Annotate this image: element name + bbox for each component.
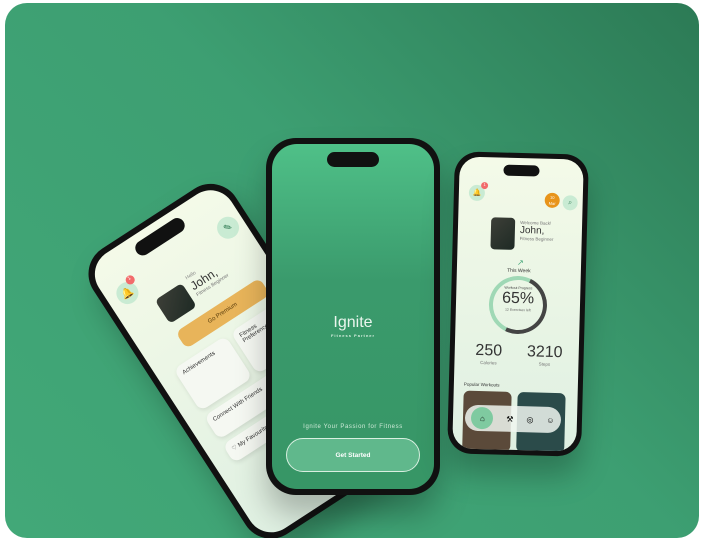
notification-button[interactable]: 🔔 1 (468, 181, 489, 202)
search-button[interactable]: ⌕ (562, 195, 578, 211)
tagline: Ignite Your Passion for Fitness (303, 424, 403, 430)
dumbbell-icon[interactable]: ⚒ (506, 414, 513, 423)
calories-value: 250 (475, 341, 503, 360)
award-icon[interactable]: ◎ (526, 415, 533, 424)
notification-badge: 1 (123, 273, 137, 287)
right-phone: 🔔 1 10 Mar ⌕ Welcome Back! John, Fitness B… (447, 151, 589, 457)
date-badge: 10 Mar (544, 192, 560, 209)
notification-badge: 1 (480, 181, 489, 190)
notification-button[interactable]: 🔔 1 (112, 273, 143, 309)
steps-value: 3210 (526, 343, 563, 362)
progress-value: 65% (501, 289, 535, 308)
home-icon[interactable]: ⌂ (471, 406, 494, 430)
welcome-screen: Ignite Fitness Partner Ignite Your Passi… (272, 144, 434, 489)
avatar (490, 217, 516, 250)
calories-label: Calories (480, 360, 497, 366)
avatar (154, 282, 197, 324)
ignite-logo: Ignite (333, 314, 373, 331)
edit-button[interactable]: ✎ (212, 212, 244, 243)
dynamic-island (327, 152, 379, 167)
logo-subtitle: Fitness Partner (330, 333, 376, 338)
user-level: Fitness Beginner (519, 236, 554, 242)
dynamic-island (503, 164, 540, 177)
center-phone: Ignite Fitness Partner Ignite Your Passi… (266, 138, 440, 495)
get-started-button[interactable]: Get Started (286, 438, 420, 472)
this-week-label: This Week (507, 267, 531, 275)
bottom-nav: ⌂ ⚒ ◎ ☺ (464, 404, 562, 434)
profile-icon[interactable]: ☺ (546, 415, 554, 424)
popular-workouts-heading: Popular Workouts (463, 381, 500, 388)
background-panel: 🔔 1 ✎ Hello John, Fitness Beginner Go Pre… (5, 3, 699, 538)
user-name: John, (519, 225, 545, 237)
dynamic-island (132, 215, 188, 259)
trend-icon: ↗ (516, 257, 524, 268)
dashboard-screen: 🔔 1 10 Mar ⌕ Welcome Back! John, Fitness B… (452, 156, 584, 452)
